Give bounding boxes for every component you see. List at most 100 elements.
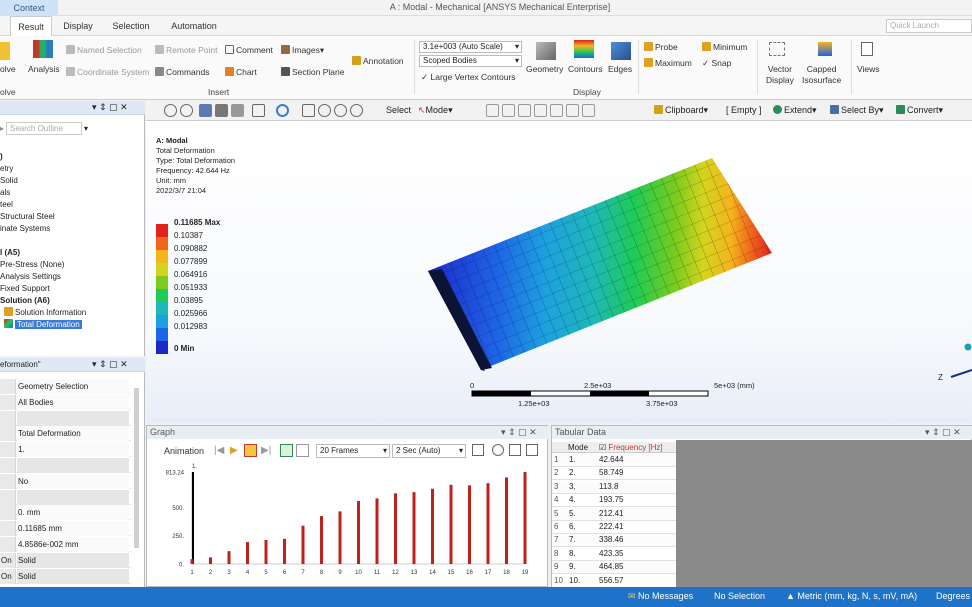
maximum-button[interactable]: Maximum xyxy=(644,58,692,69)
tree-item[interactable]: Structural Steel xyxy=(0,211,55,222)
fit-icon[interactable] xyxy=(252,104,265,117)
edges-button[interactable]: Edges xyxy=(608,64,632,75)
table-row[interactable]: 6 6. 222.41 xyxy=(552,521,676,534)
contours-button[interactable]: Contours xyxy=(568,64,603,75)
large-vertex-contours-checkbox[interactable]: ✓ Large Vertex Contours xyxy=(421,72,516,83)
images-button[interactable]: Images▾ xyxy=(281,45,324,56)
details-row[interactable]: On Solid xyxy=(0,568,131,584)
pin-icon[interactable]: ▾ ⇕ ▢ ✕ xyxy=(92,102,128,113)
stop-icon[interactable] xyxy=(244,444,257,457)
animation-previous-icon[interactable]: |◀ xyxy=(214,445,224,456)
col-frequency[interactable]: ☑ Frequency [Hz] xyxy=(599,442,663,453)
tree-item-modal[interactable]: l (A5) xyxy=(0,247,20,258)
solve-button[interactable]: olve xyxy=(0,64,16,75)
select-edge-icon[interactable] xyxy=(502,104,515,117)
select-element-icon[interactable] xyxy=(566,104,579,117)
snap-checkbox[interactable]: ✓ Snap xyxy=(702,58,731,69)
quick-launch-input[interactable]: Quick Launch xyxy=(886,19,972,33)
distributed-frames-icon[interactable] xyxy=(280,444,293,457)
zoom-to-fit-icon[interactable] xyxy=(492,444,504,456)
section-plane-button[interactable]: Section Plane xyxy=(281,67,344,78)
zoom-box-icon[interactable] xyxy=(334,104,347,117)
tree-item[interactable]: Analysis Settings xyxy=(0,271,61,282)
commands-button[interactable]: Commands xyxy=(155,67,209,78)
table-row[interactable]: 10 10. 556.57 xyxy=(552,574,676,588)
details-row[interactable]: Total Deformation xyxy=(0,426,131,442)
minimum-button[interactable]: Minimum xyxy=(702,42,747,53)
export-video-icon[interactable] xyxy=(472,444,484,456)
details-row[interactable]: 1. xyxy=(0,442,131,458)
details-row[interactable] xyxy=(0,458,131,473)
model-canvas[interactable]: Z xyxy=(146,121,972,423)
capped-isosurface-button[interactable]: Capped Isosurface xyxy=(802,64,841,86)
select-face-icon[interactable] xyxy=(518,104,531,117)
zoom-icon[interactable] xyxy=(318,104,331,117)
animation-next-icon[interactable]: ▶| xyxy=(261,445,271,456)
view-icon[interactable] xyxy=(215,104,228,117)
tree-item[interactable]: Fixed Support xyxy=(0,283,50,294)
details-row[interactable]: 0. mm xyxy=(0,505,131,521)
details-row[interactable] xyxy=(0,410,131,426)
tree-item[interactable]: Pre-Stress (None) xyxy=(0,259,64,270)
tree-item[interactable]: Solid xyxy=(0,175,18,186)
duration-select[interactable]: 2 Sec (Auto) ▾ xyxy=(392,444,466,458)
details-scrollbar[interactable] xyxy=(134,388,139,548)
pin-icon[interactable]: ▾ ⇕ ▢ ✕ xyxy=(925,426,961,439)
tree-item[interactable]: inate Systems xyxy=(0,223,50,234)
convert-button[interactable]: Convert▾ xyxy=(896,105,943,116)
chart-button[interactable]: Chart xyxy=(225,67,257,78)
tree-item[interactable]: ) xyxy=(0,151,3,162)
tree-item-total-deformation[interactable]: Total Deformation xyxy=(4,319,82,330)
tree-item[interactable]: etry xyxy=(0,163,13,174)
graph-option-icon[interactable] xyxy=(509,444,521,456)
details-row[interactable]: On Solid xyxy=(0,552,131,568)
select-vertex-icon[interactable] xyxy=(486,104,499,117)
tree-item[interactable]: teel xyxy=(0,199,13,210)
table-row[interactable]: 5 5. 212.41 xyxy=(552,507,676,521)
zoom-out-icon[interactable] xyxy=(180,104,193,117)
table-row[interactable]: 7 7. 338.46 xyxy=(552,534,676,548)
named-selection-button[interactable]: Named Selection xyxy=(66,45,142,56)
tab-display[interactable]: Display xyxy=(58,16,98,36)
probe-button[interactable]: Probe xyxy=(644,42,678,53)
select-body-icon[interactable] xyxy=(534,104,547,117)
select-by-button[interactable]: Select By▾ xyxy=(830,105,884,116)
outline-search-options[interactable]: ▾ xyxy=(84,123,88,134)
tab-automation[interactable]: Automation xyxy=(166,16,222,36)
select-element-face-icon[interactable] xyxy=(582,104,595,117)
table-row[interactable]: 4 4. 193.75 xyxy=(552,494,676,508)
clipboard-button[interactable]: Clipboard▾ xyxy=(654,105,708,116)
units-status[interactable]: ▲ Metric (mm, kg, N, s, mV, mA) xyxy=(786,591,917,601)
select-mode-button[interactable]: ↖Mode▾ xyxy=(418,105,453,116)
zoom-in-icon[interactable] xyxy=(164,104,177,117)
frames-select[interactable]: 20 Frames ▾ xyxy=(316,444,390,458)
result-data-frames-icon[interactable] xyxy=(296,444,309,457)
tab-selection[interactable]: Selection xyxy=(108,16,154,36)
analysis-button[interactable]: Analysis xyxy=(28,64,60,75)
scoped-bodies-select[interactable]: Scoped Bodies ▾ xyxy=(419,55,522,67)
table-row[interactable]: 2 2. 58.749 xyxy=(552,467,676,481)
comment-button[interactable]: Comment xyxy=(225,45,273,56)
annotation-button[interactable]: Annotation xyxy=(352,56,404,67)
table-row[interactable]: 8 8. 423.35 xyxy=(552,547,676,561)
views-button[interactable]: Views xyxy=(857,64,880,75)
tree-item[interactable]: als xyxy=(0,187,10,198)
graph-option-icon[interactable] xyxy=(526,444,538,456)
search-outline-input[interactable]: Search Outline xyxy=(6,122,82,135)
details-row[interactable] xyxy=(0,489,131,505)
details-row[interactable]: 4.8586e-002 mm xyxy=(0,537,131,552)
pan-icon[interactable] xyxy=(302,104,315,117)
geometry-button[interactable]: Geometry xyxy=(526,64,563,75)
table-row[interactable]: 1 1. 42.644 xyxy=(552,454,676,467)
vector-display-button[interactable]: Vector Display xyxy=(766,64,794,86)
tree-item[interactable]: Solution Information xyxy=(4,307,86,318)
details-row[interactable]: All Bodies xyxy=(0,394,131,410)
scale-select[interactable]: 3.1e+003 (Auto Scale) ▾ xyxy=(419,41,522,53)
table-row[interactable]: 3 3. 113.8 xyxy=(552,480,676,494)
details-row[interactable]: 0.11685 mm xyxy=(0,521,131,537)
zoom-fit-icon[interactable] xyxy=(350,104,363,117)
remote-point-button[interactable]: Remote Point xyxy=(155,45,218,56)
iso-view-icon[interactable] xyxy=(199,104,212,117)
angle-units-status[interactable]: Degrees xyxy=(936,591,970,601)
details-row[interactable]: No xyxy=(0,473,131,489)
